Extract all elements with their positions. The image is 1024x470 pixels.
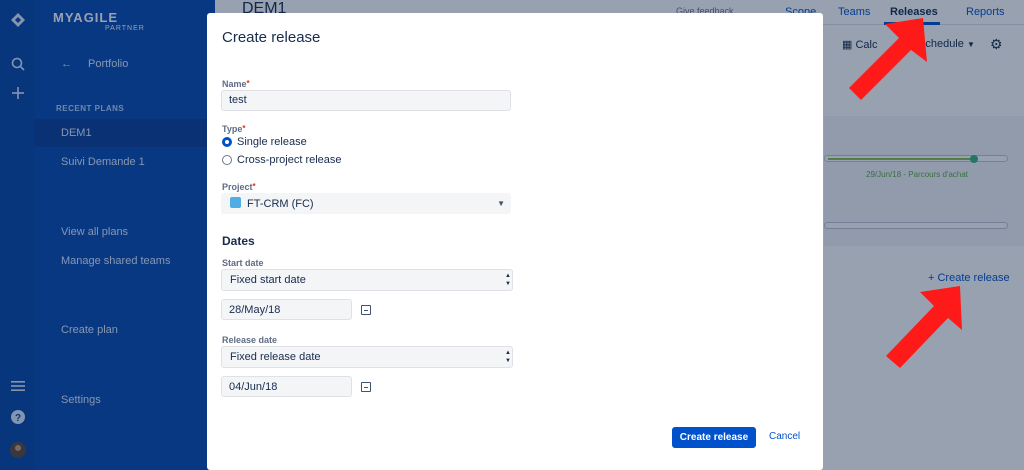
- start-mode-value: Fixed start date: [230, 274, 306, 286]
- radio-single-release[interactable]: Single release: [222, 136, 307, 148]
- release-calendar-icon[interactable]: [361, 382, 371, 392]
- radio-single-label: Single release: [237, 136, 307, 148]
- name-label: Name*: [222, 79, 250, 89]
- radio-cross-label: Cross-project release: [237, 154, 342, 166]
- annotation-arrow-create-release: [886, 286, 962, 368]
- create-release-button[interactable]: Create release: [672, 427, 756, 448]
- start-date-label: Start date: [222, 258, 264, 268]
- project-select[interactable]: FT-CRM (FC) ▼: [221, 193, 511, 214]
- project-label: Project*: [222, 182, 256, 192]
- chevron-down-icon: ▼: [497, 199, 505, 208]
- updown-icon: ▲ ▼: [505, 273, 511, 287]
- release-date-mode-select[interactable]: Fixed release date ▲ ▼: [221, 346, 513, 368]
- dates-heading: Dates: [222, 234, 255, 248]
- radio-button-checked[interactable]: [222, 137, 232, 147]
- release-date-label: Release date: [222, 335, 278, 345]
- start-date-mode-select[interactable]: Fixed start date ▲ ▼: [221, 269, 513, 291]
- name-input[interactable]: test: [221, 90, 511, 111]
- radio-cross-project-release[interactable]: Cross-project release: [222, 154, 342, 166]
- updown-icon: ▲ ▼: [505, 350, 511, 364]
- release-date-input[interactable]: 04/Jun/18: [221, 376, 352, 397]
- release-mode-value: Fixed release date: [230, 351, 321, 363]
- radio-button-unchecked[interactable]: [222, 155, 232, 165]
- annotation-arrow-releases: [849, 18, 927, 100]
- project-value: FT-CRM (FC): [247, 198, 314, 210]
- start-calendar-icon[interactable]: [361, 305, 371, 315]
- create-release-dialog: Create release Name* test Type* Single r…: [207, 13, 823, 470]
- type-label: Type*: [222, 124, 246, 134]
- cancel-button[interactable]: Cancel: [769, 431, 800, 442]
- dialog-title: Create release: [222, 29, 321, 46]
- start-date-input[interactable]: 28/May/18: [221, 299, 352, 320]
- project-avatar-icon: [230, 197, 241, 208]
